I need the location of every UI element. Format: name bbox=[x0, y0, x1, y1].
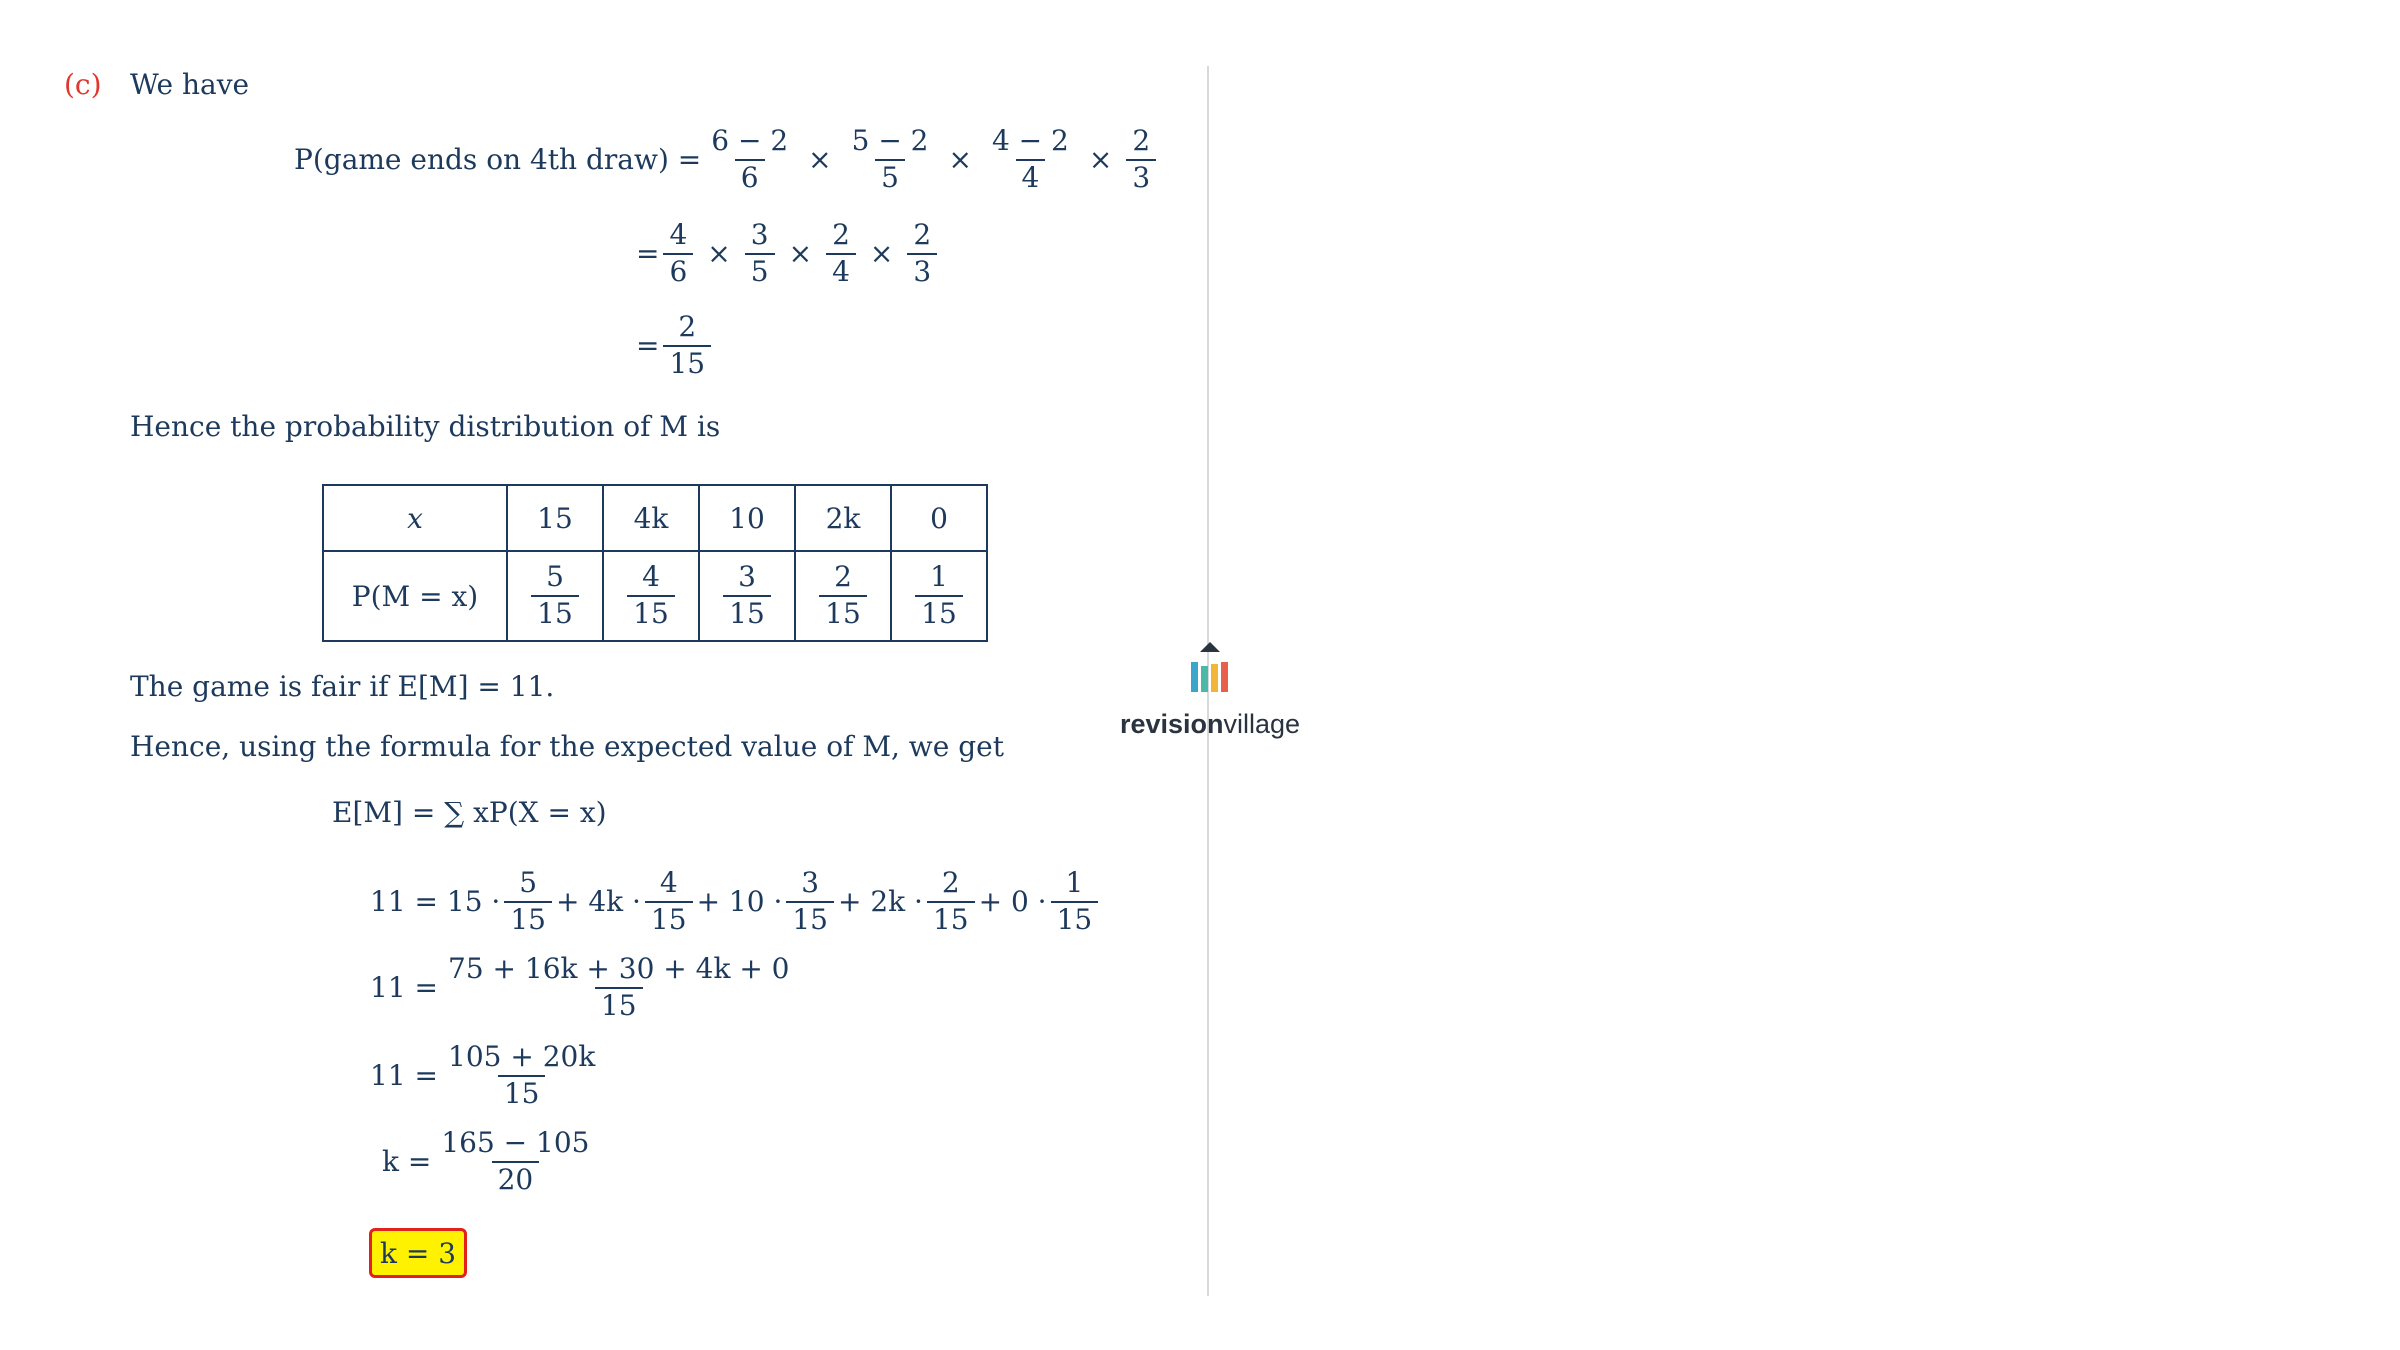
table-row: P(M = x) 5 15 4 15 3 15 2 15 1 15 bbox=[322, 550, 988, 642]
distribution-table: x 15 4k 10 2k 0 P(M = x) 5 15 4 15 3 15 2 15… bbox=[322, 484, 988, 642]
table-row: x 15 4k 10 2k 0 bbox=[322, 484, 988, 552]
fraction: 4 − 24 bbox=[991, 124, 1069, 194]
fraction: 75 + 16k + 30 + 4k + 0 15 bbox=[448, 952, 790, 1022]
ev-formula: E[M] = ∑ xP(X = x) bbox=[332, 796, 607, 829]
hence-text: Hence, using the formula for the expecte… bbox=[130, 730, 1004, 763]
prob-cell: 5 15 bbox=[506, 550, 604, 642]
prob-cell: 2 15 bbox=[794, 550, 892, 642]
part-label: (c) bbox=[64, 68, 102, 101]
intro-text: We have bbox=[130, 68, 250, 101]
header-cell: P(M = x) bbox=[322, 550, 508, 642]
value-cell: 2k bbox=[794, 484, 892, 552]
final-answer-box: k = 3 bbox=[369, 1228, 467, 1278]
brand-logo: revisionvillage bbox=[1110, 640, 1310, 739]
logo-icon bbox=[1191, 642, 1228, 692]
fraction: 5 15 bbox=[504, 867, 552, 936]
fraction: 23 bbox=[1126, 125, 1157, 194]
value-cell: 0 bbox=[890, 484, 988, 552]
final-answer: k = 3 bbox=[379, 1236, 457, 1270]
fraction: 165 − 105 20 bbox=[441, 1126, 590, 1196]
prob-cell: 1 15 bbox=[890, 550, 988, 642]
fraction: 4 15 bbox=[644, 867, 693, 936]
prob-line-3: = 2 15 bbox=[636, 311, 715, 380]
fraction: 23 bbox=[907, 219, 938, 288]
brand-name: revisionvillage bbox=[1119, 709, 1301, 739]
fraction: 1 15 bbox=[1050, 867, 1099, 936]
prob-lhs: P(game ends on 4th draw) = bbox=[294, 143, 702, 177]
value-cell: 10 bbox=[698, 484, 796, 552]
fraction: 46 bbox=[663, 219, 694, 288]
value-cell: 4k bbox=[602, 484, 700, 552]
fraction: 5 − 25 bbox=[851, 124, 929, 194]
header-cell: x bbox=[322, 484, 508, 552]
fraction: 2 15 bbox=[926, 867, 975, 936]
value-cell: 15 bbox=[506, 484, 604, 552]
fraction: 35 bbox=[744, 219, 775, 288]
fraction: 6 − 26 bbox=[711, 124, 789, 194]
fraction: 3 15 bbox=[786, 867, 834, 936]
fraction: 24 bbox=[826, 219, 856, 288]
prob-line-1: P(game ends on 4th draw) = 6 − 26 × 5 − … bbox=[294, 124, 1160, 194]
fair-condition: The game is fair if E[M] = 11. bbox=[130, 670, 555, 703]
prob-cell: 3 15 bbox=[698, 550, 796, 642]
fraction: 2 15 bbox=[663, 311, 712, 380]
prob-cell: 4 15 bbox=[602, 550, 700, 642]
prob-line-2: = 46 × 35 × 24 × 23 bbox=[636, 219, 941, 288]
fraction: 105 + 20k 15 bbox=[448, 1040, 596, 1110]
ev-line-1: 11 = 15 · 5 15 + 4k · 4 15 + 10 · 3 15 + 2k… bbox=[370, 867, 1102, 936]
dist-intro: Hence the probability distribution of M … bbox=[130, 410, 721, 443]
ev-line-3: 11 = 105 + 20k 15 bbox=[370, 1040, 605, 1110]
ev-line-2: 11 = 75 + 16k + 30 + 4k + 0 15 bbox=[370, 952, 800, 1022]
ev-line-4: k = 165 − 105 20 bbox=[382, 1126, 599, 1196]
